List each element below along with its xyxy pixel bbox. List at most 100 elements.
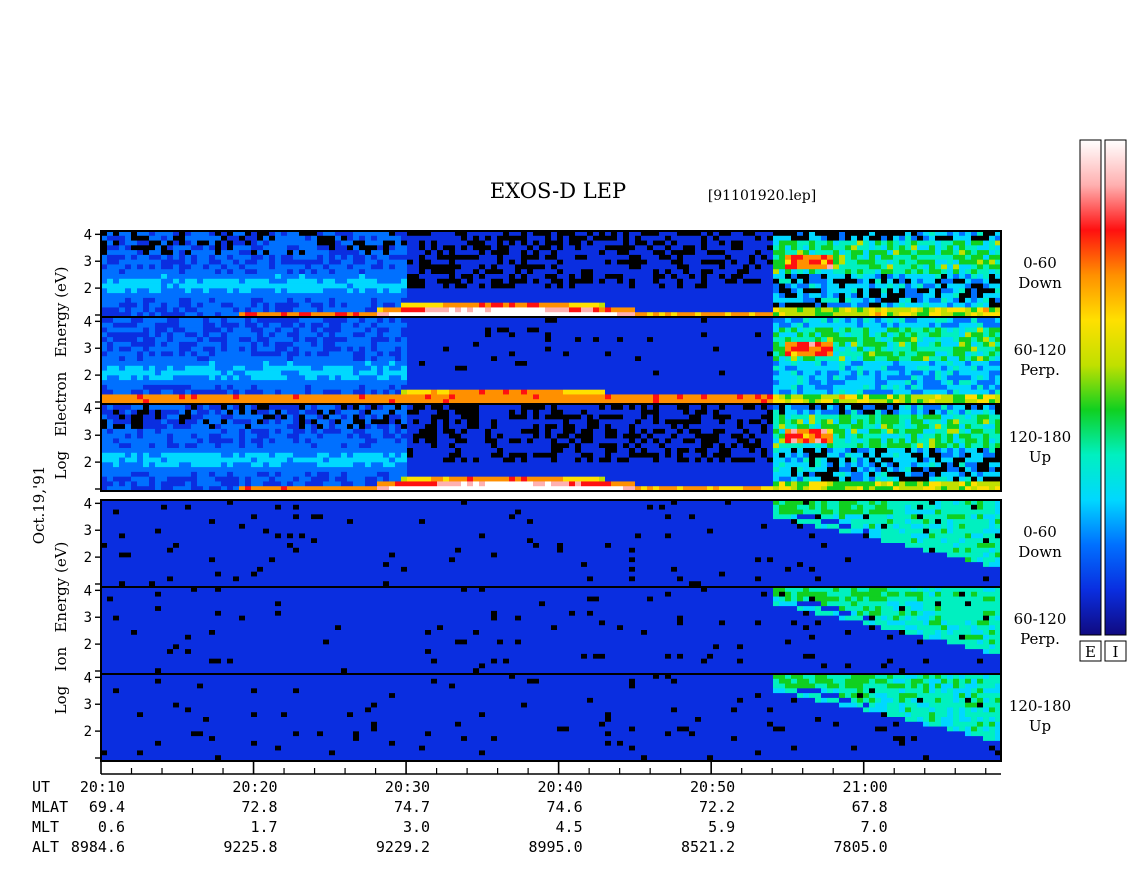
heatmap-cell <box>875 279 881 284</box>
heatmap-cell <box>203 241 209 246</box>
heatmap-cell <box>707 284 713 289</box>
heatmap-cell <box>281 288 287 293</box>
heatmap-cell <box>107 356 113 361</box>
heatmap-cell <box>827 342 833 347</box>
heatmap-cell <box>977 288 983 293</box>
heatmap-cell <box>809 284 815 289</box>
heatmap-cell <box>461 307 467 312</box>
heatmap-cell <box>971 269 977 274</box>
heatmap-cell <box>701 385 707 390</box>
heatmap-cell <box>689 245 695 250</box>
heatmap-electron-down <box>101 231 1001 317</box>
heatmap-cell <box>683 264 689 269</box>
heatmap-cell <box>551 250 557 255</box>
heatmap-cell <box>599 342 605 347</box>
heatmap-cell <box>827 288 833 293</box>
heatmap-cell <box>485 245 491 250</box>
heatmap-cell <box>239 260 245 265</box>
heatmap-cell <box>551 337 557 342</box>
heatmap-cell <box>551 288 557 293</box>
heatmap-cell <box>389 255 395 260</box>
heatmap-cell <box>857 255 863 260</box>
heatmap-cell <box>689 236 695 241</box>
heatmap-cell <box>263 279 269 284</box>
heatmap-cell <box>491 318 497 323</box>
heatmap-cell <box>659 385 665 390</box>
heatmap-cell <box>275 264 281 269</box>
heatmap-cell <box>215 337 221 342</box>
heatmap-cell <box>209 351 215 356</box>
heatmap-cell <box>761 375 767 380</box>
heatmap-cell <box>749 288 755 293</box>
heatmap-cell <box>197 269 203 274</box>
heatmap-cell <box>365 375 371 380</box>
heatmap-cell <box>341 323 347 328</box>
heatmap-cell <box>371 351 377 356</box>
heatmap-cell <box>509 274 515 279</box>
heatmap-cell <box>881 274 887 279</box>
heatmap-cell <box>347 241 353 246</box>
heatmap-cell <box>371 332 377 337</box>
heatmap-cell <box>257 318 263 323</box>
heatmap-cell <box>149 274 155 279</box>
heatmap-cell <box>629 332 635 337</box>
heatmap-cell <box>437 366 443 371</box>
heatmap-cell <box>137 293 143 298</box>
heatmap-cell <box>281 269 287 274</box>
heatmap-cell <box>287 351 293 356</box>
heatmap-cell <box>845 394 851 399</box>
heatmap-cell <box>125 298 131 303</box>
heatmap-cell <box>521 351 527 356</box>
heatmap-cell <box>743 347 749 352</box>
heatmap-cell <box>815 394 821 399</box>
heatmap-cell <box>767 245 773 250</box>
heatmap-cell <box>665 255 671 260</box>
heatmap-cell <box>749 307 755 312</box>
heatmap-cell <box>521 250 527 255</box>
heatmap-cell <box>335 351 341 356</box>
heatmap-cell <box>623 241 629 246</box>
heatmap-cell <box>119 293 125 298</box>
heatmap-cell <box>665 269 671 274</box>
heatmap-cell <box>365 269 371 274</box>
heatmap-cell <box>233 293 239 298</box>
heatmap-cell <box>845 390 851 395</box>
heatmap-cell <box>911 241 917 246</box>
heatmap-cell <box>635 318 641 323</box>
heatmap-cell <box>473 328 479 333</box>
heatmap-cell <box>503 356 509 361</box>
heatmap-cell <box>287 279 293 284</box>
heatmap-cell <box>653 241 659 246</box>
heatmap-cell <box>479 307 485 312</box>
heatmap-cell <box>971 255 977 260</box>
heatmap-cell <box>557 371 563 376</box>
heatmap-cell <box>695 293 701 298</box>
heatmap-cell <box>647 274 653 279</box>
heatmap-cell <box>443 385 449 390</box>
heatmap-cell <box>701 245 707 250</box>
heatmap-cell <box>473 241 479 246</box>
heatmap-cell <box>203 323 209 328</box>
heatmap-cell <box>671 298 677 303</box>
heatmap-cell <box>149 236 155 241</box>
heatmap-cell <box>359 385 365 390</box>
heatmap-cell <box>659 332 665 337</box>
heatmap-cell <box>407 264 413 269</box>
heatmap-cell <box>419 269 425 274</box>
heatmap-cell <box>437 307 443 312</box>
heatmap-cell <box>935 279 941 284</box>
heatmap-cell <box>395 269 401 274</box>
heatmap-cell <box>347 394 353 399</box>
heatmap-cell <box>137 351 143 356</box>
heatmap-cell <box>533 284 539 289</box>
heatmap-cell <box>623 390 629 395</box>
heatmap-cell <box>233 284 239 289</box>
heatmap-cell <box>185 260 191 265</box>
heatmap-cell <box>359 375 365 380</box>
heatmap-cell <box>821 337 827 342</box>
heatmap-cell <box>167 366 173 371</box>
heatmap-cell <box>665 371 671 376</box>
heatmap-cell <box>467 380 473 385</box>
heatmap-cell <box>419 241 425 246</box>
heatmap-cell <box>557 385 563 390</box>
